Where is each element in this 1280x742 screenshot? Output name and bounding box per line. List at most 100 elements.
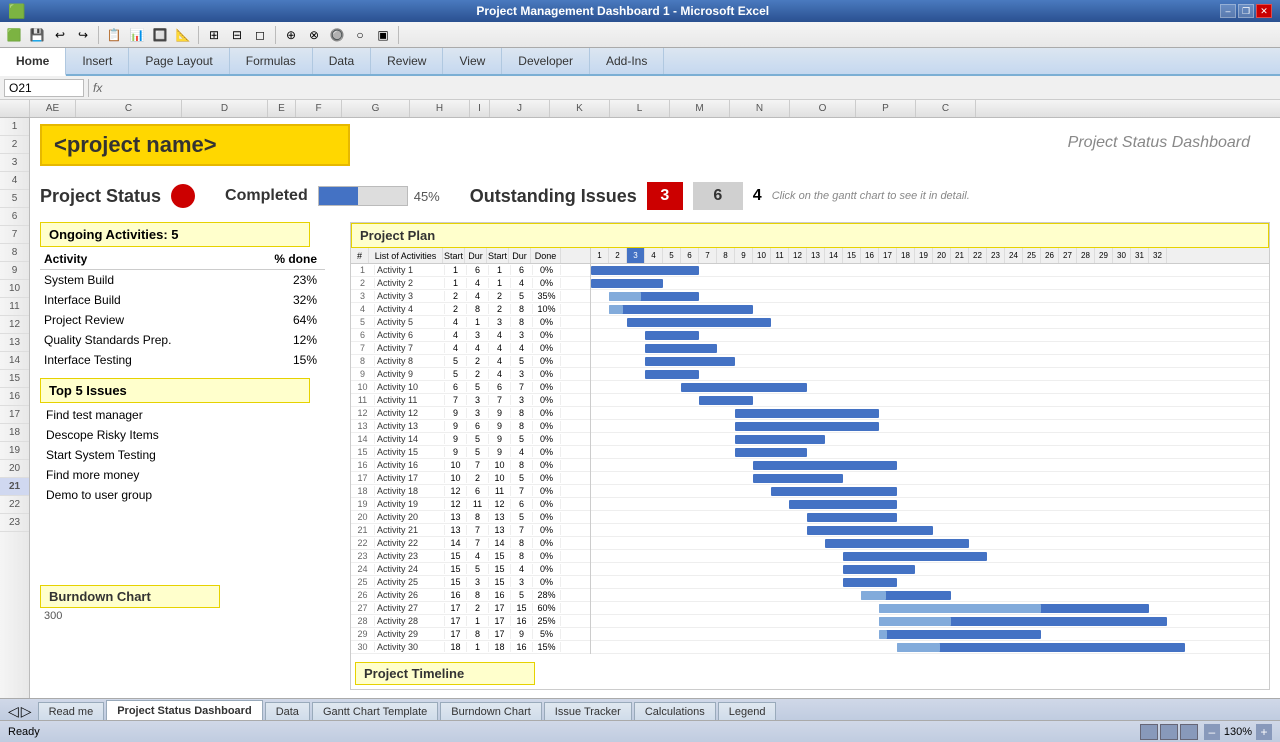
- col-ae[interactable]: AE: [30, 100, 76, 117]
- tab-gantt-chart-template[interactable]: Gantt Chart Template: [312, 702, 438, 720]
- tb-icon-12[interactable]: ▣: [373, 25, 393, 45]
- tab-formulas[interactable]: Formulas: [230, 48, 313, 74]
- gantt-bars: [591, 264, 1269, 654]
- tab-data[interactable]: Data: [265, 702, 310, 720]
- tab-nav-right[interactable]: ▷: [21, 703, 32, 720]
- col-o[interactable]: O: [790, 100, 856, 117]
- close-button[interactable]: ✕: [1256, 4, 1272, 18]
- col-k[interactable]: K: [550, 100, 610, 117]
- save-icon[interactable]: 💾: [27, 25, 47, 45]
- row-17: 17: [0, 406, 29, 424]
- gantt-chart-col-header: 19: [915, 248, 933, 263]
- col-h[interactable]: H: [410, 100, 470, 117]
- col-m[interactable]: M: [670, 100, 730, 117]
- col-f[interactable]: F: [296, 100, 342, 117]
- tb-icon-5[interactable]: ⊞: [204, 25, 224, 45]
- gantt-row-d2: 15: [511, 603, 533, 613]
- window-controls[interactable]: – ❐ ✕: [1220, 4, 1272, 18]
- tab-review[interactable]: Review: [371, 48, 443, 74]
- office-icon[interactable]: 🟩: [4, 25, 24, 45]
- zoom-out-button[interactable]: –: [1204, 724, 1220, 740]
- gantt-row-name: Activity 18: [375, 486, 445, 496]
- col-l[interactable]: L: [610, 100, 670, 117]
- issue-text: Find test manager: [40, 405, 325, 425]
- gantt-row-done: 25%: [533, 616, 561, 626]
- page-layout-view-icon[interactable]: [1160, 724, 1178, 740]
- tb-icon-4[interactable]: 📐: [173, 25, 193, 45]
- tab-insert[interactable]: Insert: [66, 48, 129, 74]
- col-c[interactable]: C: [76, 100, 182, 117]
- gantt-row-name: Activity 4: [375, 304, 445, 314]
- tb-icon-7[interactable]: ◻: [250, 25, 270, 45]
- gantt-chart-col-header: 2: [609, 248, 627, 263]
- tb-icon-2[interactable]: 📊: [127, 25, 147, 45]
- tb-icon-9[interactable]: ⊗: [304, 25, 324, 45]
- gantt-chart-col-header: 26: [1041, 248, 1059, 263]
- tb-icon-11[interactable]: ○: [350, 25, 370, 45]
- name-box[interactable]: [4, 79, 84, 97]
- tab-developer[interactable]: Developer: [502, 48, 590, 74]
- view-icons[interactable]: [1140, 724, 1198, 740]
- col-g[interactable]: G: [342, 100, 410, 117]
- tab-nav-left[interactable]: ◁: [8, 703, 19, 720]
- gantt-row-d1: 4: [467, 551, 489, 561]
- zoom-in-button[interactable]: +: [1256, 724, 1272, 740]
- tab-data[interactable]: Data: [313, 48, 371, 74]
- gantt-row-done: 0%: [533, 317, 561, 327]
- gantt-row-name: Activity 24: [375, 564, 445, 574]
- project-name-cell[interactable]: <project name>: [40, 124, 350, 166]
- gantt-bar-row: [591, 641, 1269, 654]
- gantt-row-num: 24: [351, 564, 375, 574]
- tab-legend[interactable]: Legend: [718, 702, 777, 720]
- tab-addins[interactable]: Add-Ins: [590, 48, 664, 74]
- restore-button[interactable]: ❐: [1238, 4, 1254, 18]
- tb-icon-3[interactable]: 🔲: [150, 25, 170, 45]
- tb-icon-1[interactable]: 📋: [104, 25, 124, 45]
- col-e[interactable]: E: [268, 100, 296, 117]
- gantt-row-d2: 5: [511, 512, 533, 522]
- tab-page-layout[interactable]: Page Layout: [129, 48, 229, 74]
- tb-icon-6[interactable]: ⊟: [227, 25, 247, 45]
- redo-icon[interactable]: ↪: [73, 25, 93, 45]
- gantt-row-s2: 4: [489, 330, 511, 340]
- gantt-row-d1: 8: [467, 590, 489, 600]
- col-c2[interactable]: C: [916, 100, 976, 117]
- tb-icon-8[interactable]: ⊕: [281, 25, 301, 45]
- title-bar: 🟩 Project Management Dashboard 1 - Micro…: [0, 0, 1280, 22]
- gantt-row-s1: 5: [445, 369, 467, 379]
- normal-view-icon[interactable]: [1140, 724, 1158, 740]
- issue-row: Find test manager: [40, 405, 325, 425]
- gantt-row-d1: 3: [467, 577, 489, 587]
- tab-read-me[interactable]: Read me: [38, 702, 105, 720]
- tab-home[interactable]: Home: [0, 48, 66, 76]
- gantt-chart-col-header: 25: [1023, 248, 1041, 263]
- tab-bar: ◁ ▷ Read me Project Status Dashboard Dat…: [0, 698, 1280, 720]
- col-j[interactable]: J: [490, 100, 550, 117]
- undo-icon[interactable]: ↩: [50, 25, 70, 45]
- gantt-row-name: Activity 7: [375, 343, 445, 353]
- gantt-row-s2: 9: [489, 447, 511, 457]
- gantt-table-row: 30 Activity 30 18 1 18 16 15%: [351, 641, 590, 654]
- gantt-row-s2: 2: [489, 291, 511, 301]
- tab-burndown-chart[interactable]: Burndown Chart: [440, 702, 542, 720]
- tb-icon-10[interactable]: 🔘: [327, 25, 347, 45]
- formula-input[interactable]: [106, 81, 1276, 95]
- tab-issue-tracker[interactable]: Issue Tracker: [544, 702, 632, 720]
- gantt-row-name: Activity 5: [375, 317, 445, 327]
- col-n[interactable]: N: [730, 100, 790, 117]
- tab-view[interactable]: View: [443, 48, 502, 74]
- gantt-row-name: Activity 20: [375, 512, 445, 522]
- gantt-row-name: Activity 17: [375, 473, 445, 483]
- gantt-bar: [753, 474, 843, 483]
- col-p[interactable]: P: [856, 100, 916, 117]
- page-break-view-icon[interactable]: [1180, 724, 1198, 740]
- minimize-button[interactable]: –: [1220, 4, 1236, 18]
- col-d[interactable]: D: [182, 100, 268, 117]
- status-row: Project Status Completed 45% Outstanding…: [40, 178, 1270, 214]
- row-10: 10: [0, 280, 29, 298]
- gantt-chart-col-header: 7: [699, 248, 717, 263]
- tab-calculations[interactable]: Calculations: [634, 702, 716, 720]
- col-i[interactable]: I: [470, 100, 490, 117]
- gantt-chart-area[interactable]: 1234567891011121314151617181920212223242…: [591, 248, 1269, 654]
- tab-project-status-dashboard[interactable]: Project Status Dashboard: [106, 700, 262, 720]
